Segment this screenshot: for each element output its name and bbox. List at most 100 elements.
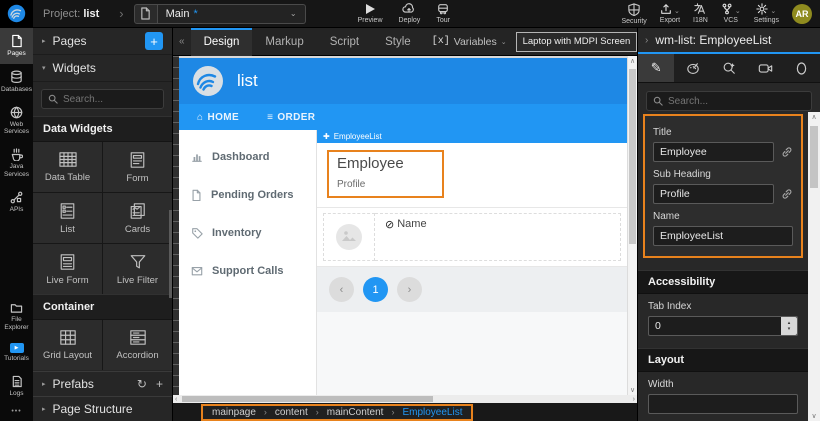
list-item-content[interactable]: ⊘ Name: [375, 213, 621, 261]
chevron-right-icon[interactable]: ›: [645, 35, 648, 46]
security-button[interactable]: Security: [622, 3, 647, 25]
rail-item-file-explorer[interactable]: File Explorer: [0, 296, 33, 338]
widget-list[interactable]: List: [33, 193, 102, 243]
tab-device-config[interactable]: [747, 54, 783, 82]
page-selector[interactable]: Main * ⌄: [158, 4, 306, 24]
breadcrumb: mainpage › content › mainContent › Emplo…: [201, 404, 473, 421]
export-button[interactable]: ⌄ Export: [660, 3, 680, 24]
refresh-icon[interactable]: ↻: [137, 377, 147, 391]
scroll-left-icon[interactable]: ‹: [175, 395, 177, 403]
bind-link-icon[interactable]: [781, 188, 793, 200]
selected-widget-bar[interactable]: ✚ EmployeeList: [317, 130, 627, 143]
widgets-section-header[interactable]: ▾ Widgets: [33, 55, 172, 82]
breadcrumb-content[interactable]: content: [275, 407, 308, 418]
tour-button[interactable]: Tour: [436, 3, 450, 24]
widget-accordion[interactable]: Accordion: [103, 320, 172, 370]
triangle-right-icon: ▸: [42, 380, 46, 388]
tab-properties[interactable]: ✎: [638, 54, 674, 82]
layout-section-header[interactable]: Layout: [638, 348, 808, 372]
nav-order[interactable]: ≡ORDER: [267, 112, 315, 123]
widgets-search-input[interactable]: [63, 94, 157, 105]
user-avatar[interactable]: AR: [792, 4, 812, 24]
i18n-button[interactable]: I18N: [693, 3, 708, 24]
widget-grid-layout[interactable]: Grid Layout: [33, 320, 102, 370]
widgets-panel: ▸ Pages + ▾ Widgets Data Widgets Data Ta…: [33, 28, 173, 421]
subheading-field[interactable]: [653, 184, 774, 204]
rail-item-web-services[interactable]: Web Services: [0, 100, 33, 143]
name-field[interactable]: [653, 226, 793, 246]
tab-styles[interactable]: [674, 54, 710, 82]
menu-item-pending-orders[interactable]: Pending Orders: [179, 176, 316, 214]
breadcrumb-maincontent[interactable]: mainContent: [327, 407, 384, 418]
width-field[interactable]: [648, 394, 798, 414]
add-prefab-button[interactable]: +: [156, 377, 163, 391]
horizontal-scroll-thumb[interactable]: [182, 396, 433, 402]
image-placeholder[interactable]: [323, 213, 375, 261]
pagination-prev-button[interactable]: ‹: [329, 277, 354, 302]
variables-button[interactable]: [x] Variables ⌄: [432, 36, 507, 48]
canvas-horizontal-scrollbar[interactable]: ‹ ›: [173, 395, 637, 403]
scroll-up-icon[interactable]: ∧: [808, 113, 820, 121]
nav-home[interactable]: ⌂HOME: [197, 112, 239, 123]
properties-scrollbar[interactable]: ∧ ∨: [808, 112, 820, 421]
tab-design[interactable]: Design: [191, 28, 253, 56]
collapse-left-panel-icon[interactable]: «: [173, 36, 191, 47]
breadcrumb-mainpage[interactable]: mainpage: [212, 407, 256, 418]
properties-search-input[interactable]: [668, 96, 805, 107]
list-item-template[interactable]: ⊘ Name: [317, 207, 627, 267]
step-down-icon[interactable]: ▾: [788, 326, 791, 333]
widget-live-filter[interactable]: Live Filter: [103, 244, 172, 294]
accessibility-section-header[interactable]: Accessibility: [638, 270, 808, 294]
title-field[interactable]: [653, 142, 774, 162]
tab-index-field[interactable]: [648, 316, 798, 336]
widgets-panel-scrollbar[interactable]: [169, 210, 172, 298]
tab-search-advanced[interactable]: [711, 54, 747, 82]
menu-item-support-calls[interactable]: Support Calls: [179, 252, 316, 290]
tab-markup[interactable]: Markup: [252, 28, 316, 56]
move-icon: ✚: [323, 132, 330, 141]
tab-security-config[interactable]: [784, 54, 820, 82]
page-structure-section-header[interactable]: ▸ Page Structure: [33, 396, 172, 421]
vertical-scroll-thumb[interactable]: [629, 69, 636, 244]
widget-form[interactable]: Form: [103, 142, 172, 192]
pagination-next-button[interactable]: ›: [397, 277, 422, 302]
tab-style[interactable]: Style: [372, 28, 424, 56]
device-selector[interactable]: Laptop with MDPI Screen ⌄: [516, 32, 652, 52]
scroll-down-icon[interactable]: ∨: [808, 412, 820, 420]
menu-item-inventory[interactable]: Inventory: [179, 214, 316, 252]
highlighted-list-heading[interactable]: Employee Profile: [327, 150, 444, 198]
page-selector-value: Main: [166, 8, 190, 20]
prefabs-section-header[interactable]: ▸ Prefabs ↻ +: [33, 371, 172, 396]
rail-item-logs[interactable]: Logs: [0, 369, 33, 404]
bind-link-icon[interactable]: [781, 146, 793, 158]
widget-data-table[interactable]: Data Table: [33, 142, 102, 192]
video-icon: [758, 63, 773, 74]
properties-scroll-thumb[interactable]: [810, 126, 818, 188]
tab-script[interactable]: Script: [317, 28, 372, 56]
top-bar: Project: list › Main * ⌄ Preview Deploy …: [0, 0, 820, 28]
wavemaker-logo[interactable]: [0, 0, 33, 28]
rail-item-tutorials[interactable]: ▶ Tutorials: [0, 337, 33, 369]
preview-button[interactable]: Preview: [358, 3, 383, 24]
pages-section-header[interactable]: ▸ Pages +: [33, 28, 172, 55]
breadcrumb-employeelist[interactable]: EmployeeList: [402, 407, 462, 418]
settings-button[interactable]: ⌄ Settings: [754, 3, 779, 24]
deploy-button[interactable]: Deploy: [399, 3, 421, 24]
rail-more-icon[interactable]: •••: [0, 404, 33, 421]
rail-item-databases[interactable]: Databases: [0, 64, 33, 100]
menu-item-dashboard[interactable]: Dashboard: [179, 138, 316, 176]
number-stepper[interactable]: ▴▾: [781, 317, 797, 335]
pagination-page-1[interactable]: 1: [363, 277, 388, 302]
canvas-vertical-scrollbar[interactable]: ∧ ∨: [627, 56, 637, 395]
add-page-button[interactable]: +: [145, 32, 163, 50]
scroll-right-icon[interactable]: ›: [633, 395, 635, 403]
widget-live-form[interactable]: Live Form: [33, 244, 102, 294]
envelope-icon: [191, 266, 203, 276]
scroll-down-icon[interactable]: ∨: [628, 386, 637, 394]
scroll-up-icon[interactable]: ∧: [628, 57, 637, 65]
widget-cards[interactable]: Cards: [103, 193, 172, 243]
vcs-button[interactable]: ⌄ VCS: [721, 3, 741, 24]
rail-item-pages[interactable]: Pages: [0, 28, 33, 64]
rail-item-java-services[interactable]: Java Services: [0, 142, 33, 185]
rail-item-apis[interactable]: APIs: [0, 185, 33, 220]
